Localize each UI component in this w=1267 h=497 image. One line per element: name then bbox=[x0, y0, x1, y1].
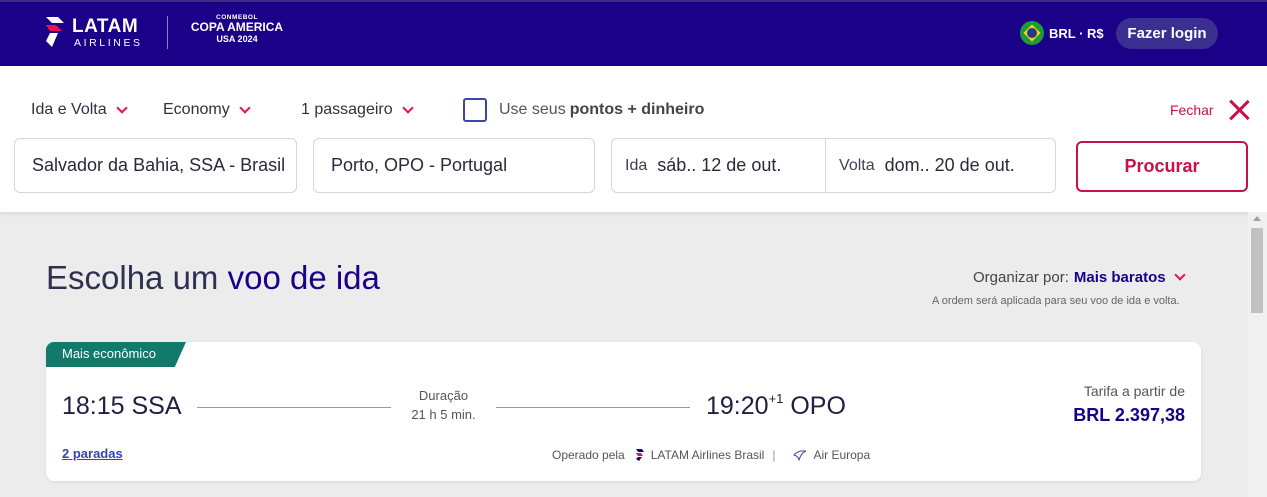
passengers-label: 1 passageiro bbox=[301, 101, 393, 118]
top-bar: LATAM AIRLINES CONMEBOL COPA AMERICA USA… bbox=[0, 0, 1267, 66]
copa-america-logo: CONMEBOL COPA AMERICA USA 2024 bbox=[182, 14, 292, 44]
return-label: Volta bbox=[839, 156, 875, 174]
origin-value: Salvador da Bahia, SSA - Brasil bbox=[32, 155, 286, 175]
cabin-label: Economy bbox=[163, 101, 230, 118]
depart-value: sáb.. 12 de out. bbox=[657, 155, 782, 175]
destination-field[interactable]: Porto, OPO - Portugal bbox=[313, 138, 595, 193]
flight-card[interactable]: Mais econômico 18:15 SSA Duração 21 h 5 … bbox=[46, 342, 1201, 481]
close-icon bbox=[1228, 99, 1250, 121]
cheapest-badge: Mais econômico bbox=[46, 342, 186, 367]
logo-divider bbox=[167, 16, 168, 49]
currency-selector[interactable]: BRL · R$ bbox=[1020, 21, 1104, 45]
cabin-selector[interactable]: Economy bbox=[163, 100, 251, 120]
close-button[interactable]: Fechar bbox=[1170, 98, 1250, 122]
air-europa-icon bbox=[793, 450, 807, 461]
brand-sub: AIRLINES bbox=[74, 37, 143, 49]
operated-by: Operado pela LATAM Airlines Brasil | Air… bbox=[552, 447, 870, 463]
heading-prefix: Escolha um bbox=[46, 259, 219, 296]
chevron-down-icon bbox=[401, 101, 414, 114]
points-prefix: Use seus bbox=[499, 101, 566, 118]
brazil-flag-icon bbox=[1020, 21, 1044, 45]
origin-field[interactable]: Salvador da Bahia, SSA - Brasil bbox=[14, 138, 297, 193]
event-sub: USA 2024 bbox=[216, 34, 258, 44]
return-date-field[interactable]: Volta dom.. 20 de out. bbox=[826, 139, 1055, 192]
trip-type-label: Ida e Volta bbox=[31, 101, 107, 118]
latam-small-icon bbox=[635, 449, 644, 461]
scroll-up-icon[interactable] bbox=[1253, 216, 1261, 221]
points-bold: pontos + dinheiro bbox=[569, 101, 705, 118]
duration-value: 21 h 5 min. bbox=[411, 407, 476, 422]
departure-time: 18:15 SSA bbox=[62, 392, 182, 420]
return-value: dom.. 20 de out. bbox=[884, 155, 1015, 175]
stops-link[interactable]: 2 paradas bbox=[62, 446, 123, 461]
depart-date-field[interactable]: Ida sáb.. 12 de out. bbox=[612, 139, 827, 192]
carrier-1: LATAM Airlines Brasil bbox=[650, 448, 765, 462]
passengers-selector[interactable]: 1 passageiro bbox=[301, 100, 414, 120]
heading-bold: voo de ida bbox=[227, 259, 380, 296]
latam-logo[interactable]: LATAM AIRLINES bbox=[44, 15, 154, 51]
chevron-down-icon bbox=[1173, 268, 1186, 281]
checkbox-icon[interactable] bbox=[463, 98, 487, 122]
latam-logo-icon bbox=[46, 17, 64, 47]
search-panel: Ida e Volta Economy 1 passageiro Use seu… bbox=[0, 66, 1267, 212]
trip-type-selector[interactable]: Ida e Volta bbox=[31, 100, 128, 120]
login-button[interactable]: Fazer login bbox=[1116, 18, 1218, 49]
sort-note: A ordem será aplicada para seu voo de id… bbox=[932, 295, 1180, 307]
duration: Duração 21 h 5 min. bbox=[386, 386, 501, 424]
points-checkbox[interactable]: Use seus pontos + dinheiro bbox=[463, 98, 708, 122]
depart-label: Ida bbox=[625, 156, 648, 174]
chevron-down-icon bbox=[239, 101, 251, 114]
arrival-time: 19:20+1 OPO bbox=[706, 390, 846, 421]
destination-value: Porto, OPO - Portugal bbox=[331, 155, 508, 175]
arrival-day-offset: +1 bbox=[768, 390, 784, 406]
carrier-separator: | bbox=[772, 448, 776, 462]
route-line-left bbox=[197, 407, 391, 408]
search-button[interactable]: Procurar bbox=[1076, 141, 1248, 192]
scroll-thumb[interactable] bbox=[1251, 228, 1263, 313]
close-label: Fechar bbox=[1170, 102, 1214, 118]
chevron-down-icon bbox=[115, 101, 128, 114]
currency-label: BRL · R$ bbox=[1049, 25, 1104, 41]
operated-label: Operado pela bbox=[552, 448, 625, 462]
fare-label: Tarifa a partir de bbox=[1083, 383, 1185, 399]
sort-selector[interactable]: Organizar por: Mais baratos bbox=[973, 267, 1186, 287]
brand-name: LATAM bbox=[72, 16, 139, 37]
sort-value: Mais baratos bbox=[1073, 268, 1166, 286]
fare-value: BRL 2.397,38 bbox=[1073, 405, 1185, 425]
scrollbar[interactable] bbox=[1248, 212, 1267, 497]
event-name: COPA AMERICA bbox=[190, 20, 284, 34]
arrival-code: OPO bbox=[790, 392, 846, 420]
dates-field: Ida sáb.. 12 de out. Volta dom.. 20 de o… bbox=[611, 138, 1056, 193]
arrival-time-value: 19:20 bbox=[706, 392, 769, 420]
page-title: Escolha um voo de ida bbox=[46, 259, 380, 297]
route-line-right bbox=[496, 407, 690, 408]
duration-label: Duração bbox=[418, 388, 469, 403]
sort-label: Organizar por: bbox=[973, 268, 1069, 286]
carrier-2: Air Europa bbox=[813, 448, 871, 462]
